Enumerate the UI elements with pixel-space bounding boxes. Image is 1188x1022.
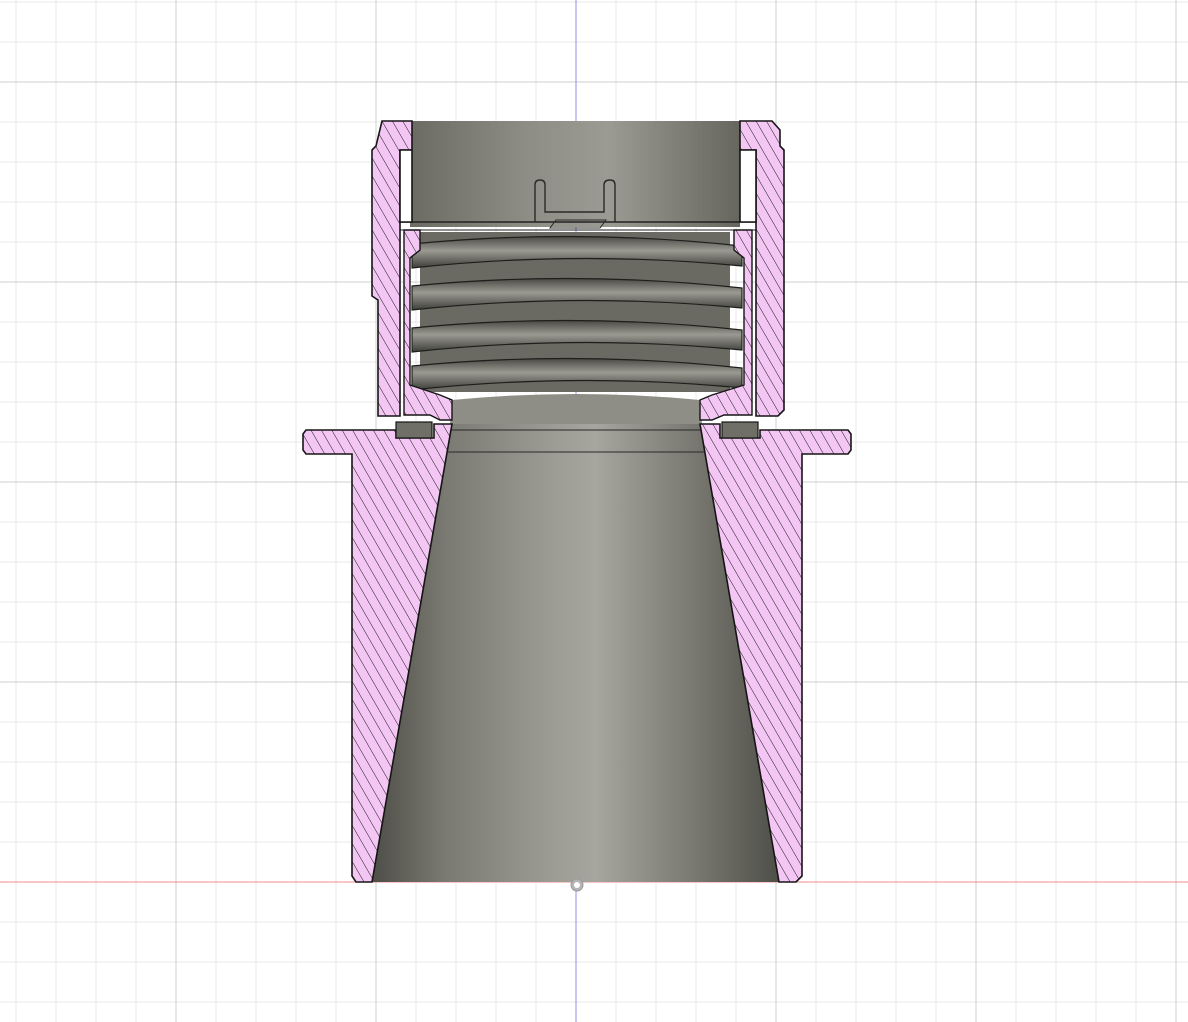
- thread-screw: [411, 232, 743, 392]
- cap-interior: [396, 121, 756, 231]
- cad-viewport[interactable]: [0, 0, 1188, 1022]
- origin-point-icon[interactable]: [570, 878, 584, 892]
- section-canvas[interactable]: [0, 0, 1188, 1022]
